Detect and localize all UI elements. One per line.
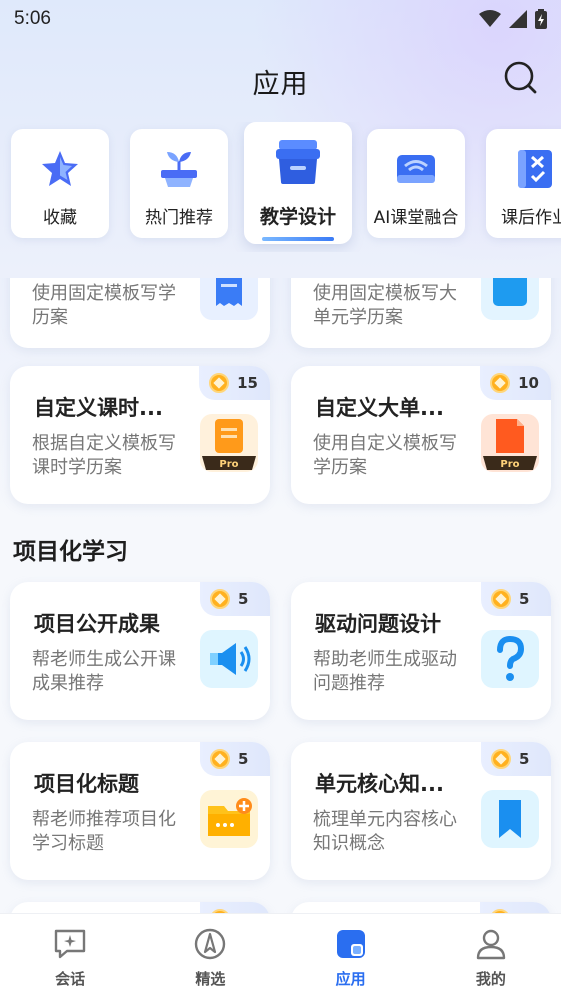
tab-favorites[interactable]: 收藏 — [11, 129, 109, 238]
app-list: 使用固定模板写学历案 使用固定模板写大单元学历案 15 自定义课时... 根据自… — [0, 278, 561, 913]
tab-teaching-design[interactable]: 教学设计 — [244, 122, 352, 244]
nav-label: 会话 — [55, 970, 86, 988]
nav-label: 我的 — [475, 970, 506, 988]
battery-icon — [535, 9, 547, 29]
coin-icon — [209, 373, 230, 393]
nav-label: 精选 — [195, 970, 226, 988]
card-desc: 帮助老师生成驱动问题推荐 — [313, 649, 457, 694]
card-title: 驱动问题设计 — [315, 612, 441, 636]
wifi-classroom-icon — [397, 155, 435, 183]
cost-badge: 10 — [480, 366, 551, 400]
card-desc: 根据自定义模板写课时学历案 — [32, 433, 176, 478]
bottom-nav: 会话 精选 应用 我的 — [0, 913, 561, 999]
blue-folder-icon — [481, 278, 539, 320]
apps-icon — [336, 930, 365, 958]
tab-label: AI课堂融合 — [373, 208, 459, 228]
nav-apps[interactable]: 应用 — [301, 914, 401, 989]
card-desc: 帮老师推荐项目化学习标题 — [32, 809, 176, 854]
bookmark-icon — [481, 790, 539, 848]
card-desc: 使用自定义模板写学历案 — [313, 433, 457, 478]
tab-homework[interactable]: 课后作业 — [486, 129, 561, 238]
section-title-project: 项目化学习 — [13, 539, 128, 565]
box-icon — [276, 140, 320, 184]
cost-badge: 15 — [199, 366, 270, 400]
cost-value: 5 — [519, 590, 530, 608]
nav-label: 应用 — [335, 970, 366, 988]
pro-label: Pro — [500, 459, 520, 470]
card-title: 自定义课时... — [34, 396, 163, 420]
tab-hot-recommend[interactable]: 热门推荐 — [130, 129, 228, 238]
cost-value: 5 — [519, 750, 530, 768]
cost-value: 10 — [518, 374, 539, 392]
card-desc: 使用固定模板写学历案 — [32, 283, 176, 328]
card-desc: 使用固定模板写大单元学历案 — [313, 283, 457, 328]
compass-icon — [195, 928, 226, 960]
card-title: 项目公开成果 — [34, 612, 160, 636]
nav-featured[interactable]: 精选 — [160, 914, 260, 989]
coin-icon — [490, 373, 511, 393]
app-card-partial[interactable]: 5 — [10, 902, 270, 913]
app-card-driving-question[interactable]: 5 驱动问题设计 帮助老师生成驱动问题推荐 — [291, 582, 551, 720]
search-button[interactable] — [501, 58, 541, 98]
tab-label: 收藏 — [43, 208, 77, 228]
cost-badge: 5 — [481, 742, 551, 776]
card-title: 自定义大单... — [315, 396, 444, 420]
cost-badge: 5 — [200, 742, 270, 776]
star-icon — [42, 151, 78, 186]
cell-signal-icon — [509, 10, 527, 28]
cost-badge: 10 — [480, 902, 551, 913]
app-card-project-results[interactable]: 5 项目公开成果 帮老师生成公开课成果推荐 — [10, 582, 270, 720]
nav-chat[interactable]: 会话 — [20, 914, 120, 989]
nav-profile[interactable]: 我的 — [441, 914, 541, 989]
category-tabs: 收藏 热门推荐 教学设计 AI课堂融合 课后作业 — [0, 122, 561, 252]
app-card-project-title[interactable]: 5 项目化标题 帮老师推荐项目化学习标题 — [10, 742, 270, 880]
coin-icon — [210, 589, 230, 609]
coin-icon — [210, 749, 230, 769]
app-header: 应用 — [0, 52, 561, 108]
search-icon — [504, 61, 537, 94]
pro-red-doc-icon: Pro — [481, 414, 539, 472]
megaphone-icon — [200, 630, 258, 688]
cost-value: 5 — [238, 590, 249, 608]
homework-icon — [518, 150, 552, 188]
receipt-icon — [200, 278, 258, 320]
tab-ai-classroom[interactable]: AI课堂融合 — [367, 129, 465, 238]
coin-icon — [491, 749, 511, 769]
tab-label: 教学设计 — [259, 206, 336, 228]
chat-sparkle-icon — [54, 929, 86, 959]
cost-badge: 5 — [481, 582, 551, 616]
sprout-icon — [161, 152, 197, 187]
status-time: 5:06 — [14, 8, 51, 29]
cost-badge: 5 — [200, 582, 270, 616]
wifi-signal-icon — [479, 10, 501, 27]
app-card-template-lesson[interactable]: 使用固定模板写学历案 — [10, 278, 270, 348]
app-card-custom-unit[interactable]: 10 自定义大单... 使用自定义模板写学历案 Pro — [291, 366, 551, 504]
pro-orange-doc-icon: Pro — [200, 414, 258, 472]
tab-label: 热门推荐 — [145, 208, 213, 228]
card-desc: 帮老师生成公开课成果推荐 — [32, 649, 176, 694]
person-icon — [476, 929, 506, 960]
cost-badge: 5 — [200, 902, 270, 913]
app-card-core-knowledge[interactable]: 5 单元核心知... 梳理单元内容核心知识概念 — [291, 742, 551, 880]
status-bar: 5:06 — [0, 0, 561, 38]
app-card-template-unit[interactable]: 使用固定模板写大单元学历案 — [291, 278, 551, 348]
tab-label: 课后作业 — [501, 208, 561, 228]
folder-plus-icon — [200, 790, 258, 848]
question-icon — [481, 630, 539, 688]
app-card-custom-lesson[interactable]: 15 自定义课时... 根据自定义模板写课时学历案 Pro — [10, 366, 270, 504]
cost-value: 5 — [238, 750, 249, 768]
active-tab-indicator — [262, 237, 334, 241]
card-desc: 梳理单元内容核心知识概念 — [313, 809, 457, 854]
app-card-partial[interactable]: 10 — [291, 902, 551, 913]
card-title: 项目化标题 — [34, 772, 139, 796]
pro-label: Pro — [219, 459, 239, 470]
card-title: 单元核心知... — [315, 772, 444, 796]
coin-icon — [491, 589, 511, 609]
cost-value: 15 — [237, 374, 258, 392]
status-icons — [479, 9, 547, 29]
page-title: 应用 — [252, 69, 309, 100]
